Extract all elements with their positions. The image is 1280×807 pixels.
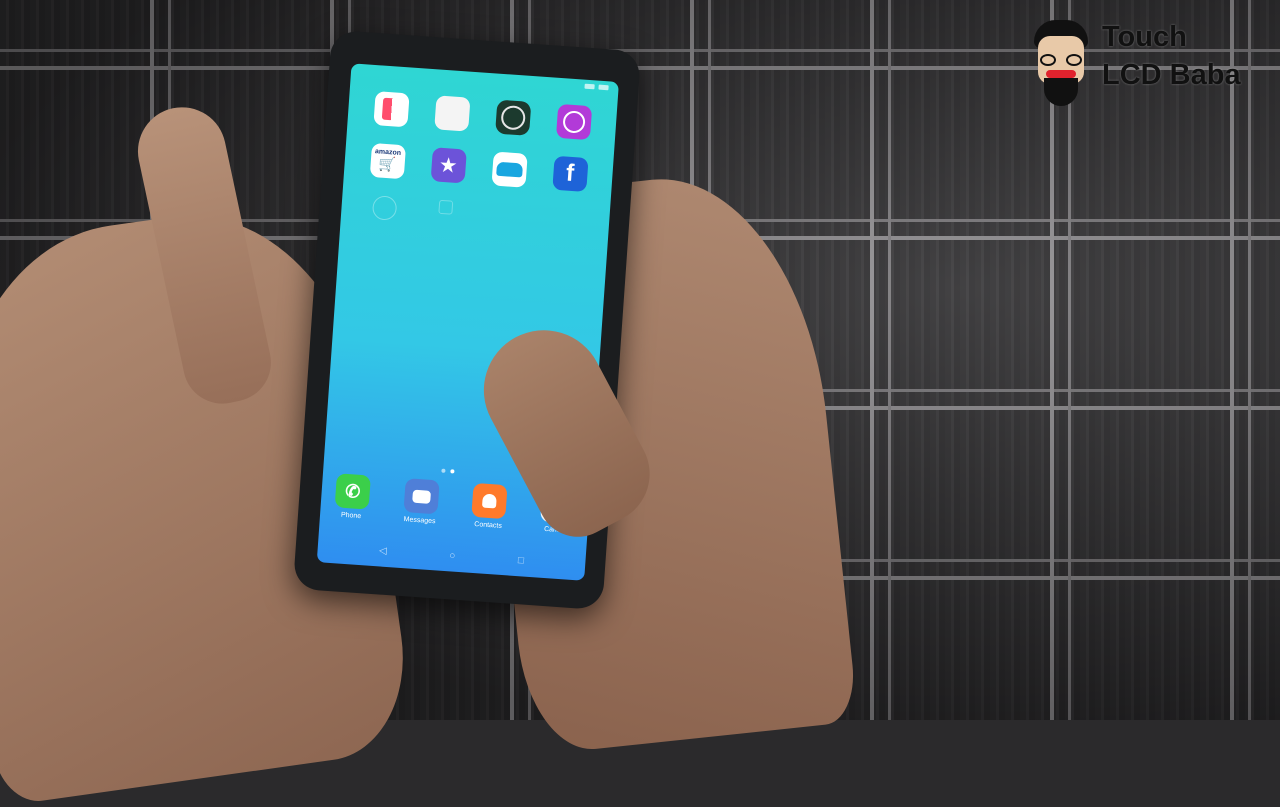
dock-label-contacts: Contacts [474, 521, 503, 530]
back-button[interactable]: ◁ [379, 545, 387, 557]
home-button[interactable]: ○ [449, 550, 456, 561]
car-game-icon[interactable] [490, 151, 528, 188]
channel-logo: Touch LCD Baba [1030, 18, 1241, 108]
app-clock[interactable] [481, 99, 544, 137]
logo-line-2: LCD Baba [1102, 59, 1241, 91]
app-car-game[interactable] [477, 150, 540, 188]
app-ghost-2[interactable] [414, 198, 477, 226]
page-indicator [441, 468, 455, 474]
page-dot-active [450, 469, 455, 474]
battery-icon [598, 84, 609, 91]
calendar-icon[interactable] [372, 91, 410, 128]
dock-contacts[interactable]: Contacts [471, 482, 508, 530]
app-star[interactable]: ★ [417, 146, 480, 184]
messages-icon[interactable] [403, 478, 440, 515]
ghost-app-icon[interactable] [371, 195, 397, 221]
app-amazon[interactable]: amazon 🛒 [356, 142, 419, 180]
dock-label-phone: Phone [340, 511, 362, 521]
page-dot [441, 468, 446, 473]
amazon-shopping-icon[interactable]: amazon 🛒 [369, 142, 406, 180]
app-download[interactable] [542, 103, 605, 141]
status-bar [584, 83, 609, 91]
app-ghost[interactable] [353, 194, 416, 222]
app-facebook[interactable]: f [538, 155, 601, 193]
recent-apps-button[interactable]: □ [518, 555, 525, 566]
star-icon[interactable]: ★ [430, 147, 467, 184]
clock-icon[interactable] [494, 99, 531, 136]
app-calendar[interactable] [359, 90, 422, 128]
download-icon[interactable] [555, 103, 592, 141]
dock-label-messages: Messages [403, 516, 436, 526]
notes-icon[interactable] [433, 95, 471, 132]
navigation-bar: ◁ ○ □ [347, 543, 555, 568]
logo-text: Touch LCD Baba [1102, 18, 1241, 94]
signal-icon [584, 83, 595, 90]
facebook-icon[interactable]: f [551, 155, 589, 192]
app-grid: amazon 🛒 ★ f [353, 90, 605, 235]
phone-icon[interactable] [334, 473, 371, 510]
dock-phone[interactable]: Phone [334, 473, 371, 520]
dock-messages[interactable]: Messages [402, 478, 440, 526]
app-notes[interactable] [420, 94, 483, 132]
logo-line-1: Touch [1102, 21, 1187, 53]
ghost-app-icon-2[interactable] [437, 199, 453, 215]
cart-icon: 🛒 [377, 155, 397, 173]
contacts-icon[interactable] [471, 482, 508, 520]
logo-mascot-icon [1030, 18, 1092, 108]
